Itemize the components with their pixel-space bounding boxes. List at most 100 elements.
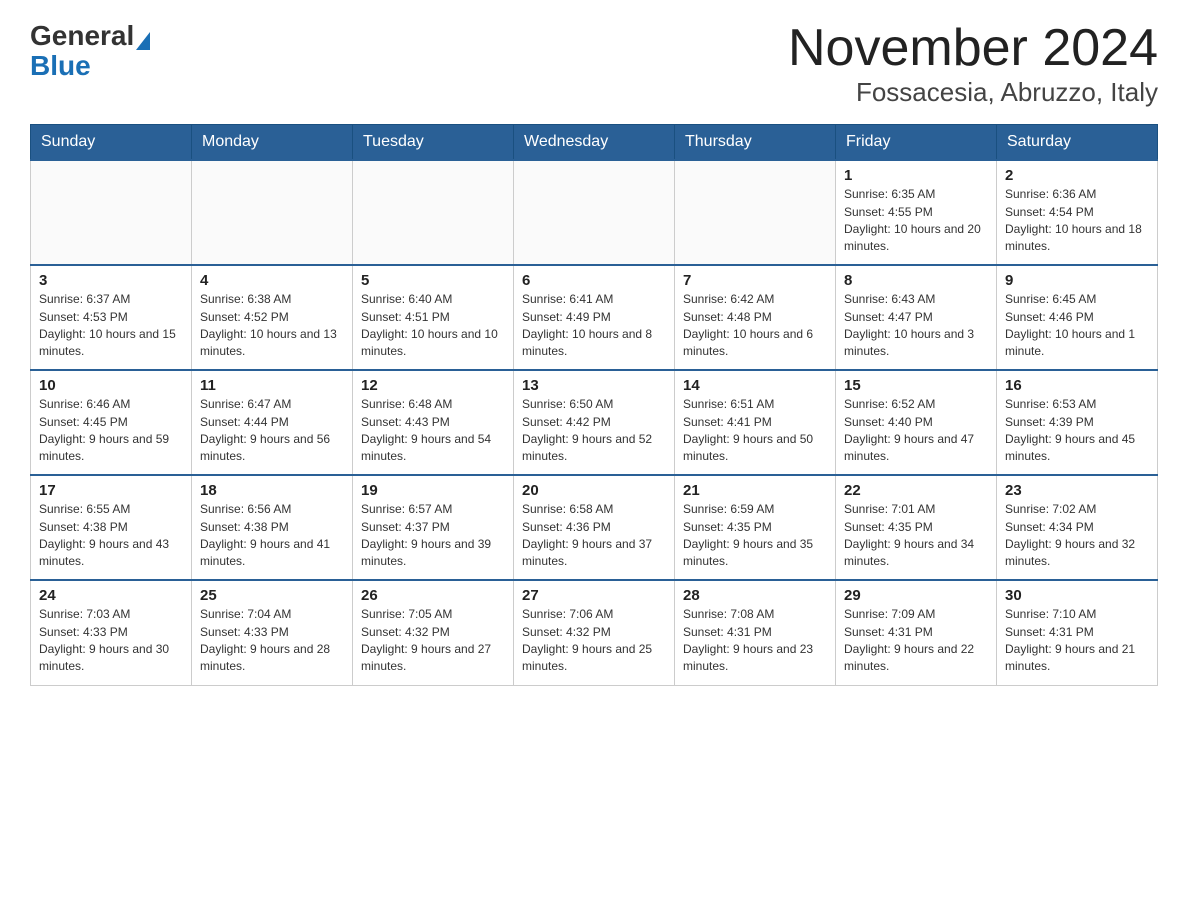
cell-day-number: 24	[39, 587, 183, 604]
cell-sun-info: Sunrise: 6:58 AM Sunset: 4:36 PM Dayligh…	[522, 501, 666, 571]
week-row-1: 1 Sunrise: 6:35 AM Sunset: 4:55 PM Daylig…	[31, 160, 1158, 265]
cell-day-number: 18	[200, 482, 344, 499]
cell-day-number: 30	[1005, 587, 1149, 604]
week-row-4: 17Sunrise: 6:55 AM Sunset: 4:38 PM Dayli…	[31, 475, 1158, 580]
calendar-cell	[353, 160, 514, 265]
calendar-cell: 18 Sunrise: 6:56 AM Sunset: 4:38 PM Dayli…	[192, 475, 353, 580]
week-row-5: 24 Sunrise: 7:03 AM Sunset: 4:33 PM Dayli…	[31, 580, 1158, 685]
calendar-cell	[514, 160, 675, 265]
cell-sun-info: Sunrise: 6:55 AM Sunset: 4:38 PM Dayligh…	[39, 501, 183, 571]
cell-sun-info: Sunrise: 6:35 AM Sunset: 4:55 PM Dayligh…	[844, 186, 988, 256]
calendar-cell: 20 Sunrise: 6:58 AM Sunset: 4:36 PM Dayli…	[514, 475, 675, 580]
week-row-2: 3Sunrise: 6:37 AM Sunset: 4:53 PM Daylig…	[31, 265, 1158, 370]
calendar-cell	[192, 160, 353, 265]
cell-day-number: 5	[361, 272, 505, 289]
calendar-cell: 24 Sunrise: 7:03 AM Sunset: 4:33 PM Dayli…	[31, 580, 192, 685]
calendar-title: November 2024	[788, 20, 1158, 77]
week-row-3: 10Sunrise: 6:46 AM Sunset: 4:45 PM Dayli…	[31, 370, 1158, 475]
cell-day-number: 22	[844, 482, 988, 499]
cell-sun-info: Sunrise: 6:38 AM Sunset: 4:52 PM Dayligh…	[200, 291, 344, 361]
calendar-cell: 2 Sunrise: 6:36 AM Sunset: 4:54 PM Daylig…	[997, 160, 1158, 265]
calendar-cell: 21 Sunrise: 6:59 AM Sunset: 4:35 PM Dayli…	[675, 475, 836, 580]
cell-day-number: 20	[522, 482, 666, 499]
cell-sun-info: Sunrise: 7:03 AM Sunset: 4:33 PM Dayligh…	[39, 606, 183, 676]
cell-day-number: 12	[361, 377, 505, 394]
calendar-cell: 16 Sunrise: 6:53 AM Sunset: 4:39 PM Dayli…	[997, 370, 1158, 475]
calendar-cell: 23Sunrise: 7:02 AM Sunset: 4:34 PM Dayli…	[997, 475, 1158, 580]
cell-sun-info: Sunrise: 7:10 AM Sunset: 4:31 PM Dayligh…	[1005, 606, 1149, 676]
cell-day-number: 2	[1005, 167, 1149, 184]
cell-day-number: 7	[683, 272, 827, 289]
calendar-cell: 4 Sunrise: 6:38 AM Sunset: 4:52 PM Daylig…	[192, 265, 353, 370]
calendar-cell: 6Sunrise: 6:41 AM Sunset: 4:49 PM Daylig…	[514, 265, 675, 370]
cell-sun-info: Sunrise: 7:05 AM Sunset: 4:32 PM Dayligh…	[361, 606, 505, 676]
calendar-cell	[31, 160, 192, 265]
cell-sun-info: Sunrise: 6:40 AM Sunset: 4:51 PM Dayligh…	[361, 291, 505, 361]
cell-sun-info: Sunrise: 6:51 AM Sunset: 4:41 PM Dayligh…	[683, 396, 827, 466]
cell-day-number: 9	[1005, 272, 1149, 289]
logo-general: General	[30, 20, 134, 52]
col-friday: Friday	[836, 125, 997, 161]
calendar-subtitle: Fossacesia, Abruzzo, Italy	[788, 77, 1158, 108]
cell-day-number: 23	[1005, 482, 1149, 499]
calendar-table: Sunday Monday Tuesday Wednesday Thursday…	[30, 124, 1158, 686]
cell-day-number: 21	[683, 482, 827, 499]
cell-sun-info: Sunrise: 6:42 AM Sunset: 4:48 PM Dayligh…	[683, 291, 827, 361]
calendar-cell: 3Sunrise: 6:37 AM Sunset: 4:53 PM Daylig…	[31, 265, 192, 370]
logo-blue: Blue	[30, 52, 91, 80]
cell-sun-info: Sunrise: 7:01 AM Sunset: 4:35 PM Dayligh…	[844, 501, 988, 571]
header-row: Sunday Monday Tuesday Wednesday Thursday…	[31, 125, 1158, 161]
cell-sun-info: Sunrise: 6:47 AM Sunset: 4:44 PM Dayligh…	[200, 396, 344, 466]
cell-sun-info: Sunrise: 6:53 AM Sunset: 4:39 PM Dayligh…	[1005, 396, 1149, 466]
calendar-cell: 1 Sunrise: 6:35 AM Sunset: 4:55 PM Daylig…	[836, 160, 997, 265]
cell-sun-info: Sunrise: 6:46 AM Sunset: 4:45 PM Dayligh…	[39, 396, 183, 466]
cell-day-number: 1	[844, 167, 988, 184]
cell-sun-info: Sunrise: 6:43 AM Sunset: 4:47 PM Dayligh…	[844, 291, 988, 361]
logo-triangle-icon	[136, 32, 150, 50]
calendar-cell: 30 Sunrise: 7:10 AM Sunset: 4:31 PM Dayli…	[997, 580, 1158, 685]
col-sunday: Sunday	[31, 125, 192, 161]
calendar-cell: 8 Sunrise: 6:43 AM Sunset: 4:47 PM Daylig…	[836, 265, 997, 370]
cell-day-number: 3	[39, 272, 183, 289]
cell-day-number: 8	[844, 272, 988, 289]
cell-sun-info: Sunrise: 6:57 AM Sunset: 4:37 PM Dayligh…	[361, 501, 505, 571]
cell-day-number: 28	[683, 587, 827, 604]
cell-sun-info: Sunrise: 7:06 AM Sunset: 4:32 PM Dayligh…	[522, 606, 666, 676]
cell-day-number: 26	[361, 587, 505, 604]
calendar-cell: 28 Sunrise: 7:08 AM Sunset: 4:31 PM Dayli…	[675, 580, 836, 685]
cell-day-number: 13	[522, 377, 666, 394]
calendar-cell: 13Sunrise: 6:50 AM Sunset: 4:42 PM Dayli…	[514, 370, 675, 475]
calendar-cell: 9Sunrise: 6:45 AM Sunset: 4:46 PM Daylig…	[997, 265, 1158, 370]
col-saturday: Saturday	[997, 125, 1158, 161]
cell-sun-info: Sunrise: 7:04 AM Sunset: 4:33 PM Dayligh…	[200, 606, 344, 676]
title-block: November 2024 Fossacesia, Abruzzo, Italy	[788, 20, 1158, 108]
cell-sun-info: Sunrise: 6:59 AM Sunset: 4:35 PM Dayligh…	[683, 501, 827, 571]
calendar-cell: 10Sunrise: 6:46 AM Sunset: 4:45 PM Dayli…	[31, 370, 192, 475]
cell-sun-info: Sunrise: 7:08 AM Sunset: 4:31 PM Dayligh…	[683, 606, 827, 676]
col-monday: Monday	[192, 125, 353, 161]
cell-sun-info: Sunrise: 6:48 AM Sunset: 4:43 PM Dayligh…	[361, 396, 505, 466]
calendar-cell: 19 Sunrise: 6:57 AM Sunset: 4:37 PM Dayli…	[353, 475, 514, 580]
calendar-cell: 29Sunrise: 7:09 AM Sunset: 4:31 PM Dayli…	[836, 580, 997, 685]
calendar-cell: 15Sunrise: 6:52 AM Sunset: 4:40 PM Dayli…	[836, 370, 997, 475]
cell-sun-info: Sunrise: 6:52 AM Sunset: 4:40 PM Dayligh…	[844, 396, 988, 466]
cell-day-number: 14	[683, 377, 827, 394]
cell-day-number: 16	[1005, 377, 1149, 394]
page: General Blue November 2024 Fossacesia, A…	[0, 0, 1188, 706]
calendar-cell: 7 Sunrise: 6:42 AM Sunset: 4:48 PM Daylig…	[675, 265, 836, 370]
cell-sun-info: Sunrise: 6:41 AM Sunset: 4:49 PM Dayligh…	[522, 291, 666, 361]
calendar-cell: 27 Sunrise: 7:06 AM Sunset: 4:32 PM Dayli…	[514, 580, 675, 685]
logo: General Blue	[30, 20, 150, 80]
cell-day-number: 4	[200, 272, 344, 289]
calendar-cell: 17Sunrise: 6:55 AM Sunset: 4:38 PM Dayli…	[31, 475, 192, 580]
col-wednesday: Wednesday	[514, 125, 675, 161]
cell-sun-info: Sunrise: 6:36 AM Sunset: 4:54 PM Dayligh…	[1005, 186, 1149, 256]
cell-day-number: 27	[522, 587, 666, 604]
calendar-cell: 22 Sunrise: 7:01 AM Sunset: 4:35 PM Dayli…	[836, 475, 997, 580]
cell-day-number: 19	[361, 482, 505, 499]
calendar-cell: 11Sunrise: 6:47 AM Sunset: 4:44 PM Dayli…	[192, 370, 353, 475]
header: General Blue November 2024 Fossacesia, A…	[30, 20, 1158, 108]
col-tuesday: Tuesday	[353, 125, 514, 161]
cell-sun-info: Sunrise: 6:56 AM Sunset: 4:38 PM Dayligh…	[200, 501, 344, 571]
calendar-cell: 14 Sunrise: 6:51 AM Sunset: 4:41 PM Dayli…	[675, 370, 836, 475]
